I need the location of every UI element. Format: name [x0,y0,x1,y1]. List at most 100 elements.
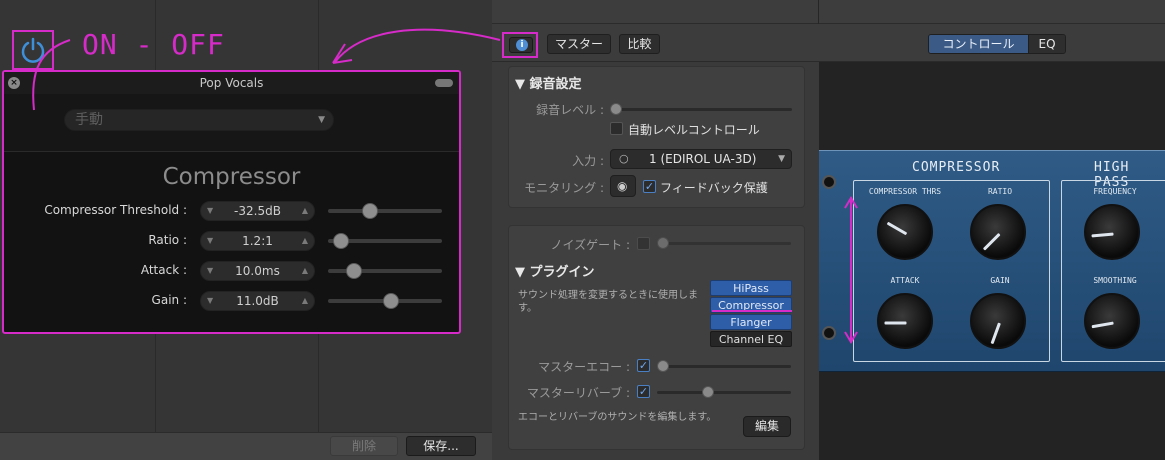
plugin-item-channel-eq[interactable]: Channel EQ [710,331,792,347]
frequency-knob[interactable] [1084,204,1140,260]
slider-handle[interactable] [346,263,362,279]
collapse-toggle[interactable] [435,79,453,87]
knob-label-frequency: FREQUENCY [1093,187,1137,196]
param-label-gain: Gain : [151,293,187,307]
decrement-icon[interactable]: ▼ [207,262,213,280]
param-field-gain[interactable]: ▼ 11.0dB ▲ [200,291,315,311]
plugin-section-title: プラグイン [529,265,595,280]
auto-level-checkbox[interactable] [610,122,623,135]
knob-pointer [1091,321,1114,329]
master-reverb-checkbox[interactable]: ✓ [637,385,650,398]
close-icon[interactable]: × [8,77,20,89]
plugin-section-header[interactable]: ▼ プラグイン [515,261,595,280]
param-value-threshold: -32.5dB [234,204,281,218]
chevron-down-icon: ▼ [778,154,785,164]
monitoring-button[interactable]: ◉ [610,175,636,197]
screw-icon [822,175,836,189]
noise-gate-label: ノイズゲート : [550,238,631,252]
recording-section-header[interactable]: ▼ 録音設定 [515,73,582,92]
plugin-window-title: Pop Vocals [4,72,459,94]
knob-label-ratio: RATIO [987,187,1013,196]
circle-icon: ○ [619,152,629,165]
param-value-gain: 11.0dB [236,294,279,308]
preset-select[interactable]: 手動 ▼ [64,109,334,131]
param-field-threshold[interactable]: ▼ -32.5dB ▲ [200,201,315,221]
feedback-checkbox[interactable]: ✓ [643,180,656,193]
decrement-icon[interactable]: ▼ [207,202,213,220]
param-slider-threshold[interactable] [328,203,442,219]
master-echo-checkbox[interactable]: ✓ [637,359,650,372]
save-button[interactable]: 保存... [406,436,476,456]
auto-level-label: 自動レベルコントロール [628,123,760,137]
record-level-slider[interactable] [610,103,792,115]
plugin-window: Pop Vocals × 手動 ▼ Compressor Compressor … [2,70,461,334]
knob-pointer [1091,232,1114,238]
info-button-highlight: i [502,32,538,58]
increment-icon[interactable]: ▲ [302,292,308,310]
param-label-attack: Attack : [140,263,187,277]
headphones-icon: ◉ [617,179,628,193]
input-label: 入力 : [572,154,604,168]
tab-controls[interactable]: コントロール [929,35,1029,53]
screw-icon [822,326,836,340]
power-button[interactable] [12,30,54,70]
decrement-icon[interactable]: ▼ [207,292,213,310]
slider-handle[interactable] [383,293,399,309]
input-value: 1 (EDIROL UA-3D) [649,152,757,166]
slider-handle[interactable] [657,360,669,372]
smoothing-knob[interactable] [1084,293,1140,349]
param-value-ratio: 1.2:1 [242,234,273,248]
param-slider-attack[interactable] [328,263,442,279]
decrement-icon[interactable]: ▼ [207,232,213,250]
info-icon: i [516,39,528,51]
param-slider-ratio[interactable] [328,233,442,249]
view-toggle: コントロール EQ [928,34,1066,54]
power-icon [21,37,45,63]
slider-handle[interactable] [333,233,349,249]
slider-handle[interactable] [702,386,714,398]
slider-handle[interactable] [362,203,378,219]
plugin-item-hipass[interactable]: HiPass [710,280,792,296]
input-select[interactable]: ○ 1 (EDIROL UA-3D) ▼ [610,149,792,169]
knob-label-gain: GAIN [990,276,1010,285]
noise-gate-slider[interactable] [657,237,791,249]
record-level-label: 録音レベル : [536,103,604,117]
param-slider-gain[interactable] [328,293,442,309]
threshold-knob[interactable] [877,204,933,260]
noise-gate-checkbox[interactable] [637,237,650,250]
knob-label-threshold: COMPRESSOR THRS [868,187,942,196]
echo-reverb-description: エコーとリバーブのサウンドを編集します。 [518,412,717,423]
knob-pointer [886,221,908,236]
slider-handle[interactable] [610,103,622,115]
gain-knob[interactable] [970,293,1026,349]
master-echo-slider[interactable] [657,360,791,372]
increment-icon[interactable]: ▲ [302,262,308,280]
chevron-down-icon: ▼ [318,115,325,125]
plugin-description: サウンド処理を変更するときに使用します。 [518,290,698,314]
param-label-ratio: Ratio : [148,233,187,247]
info-button[interactable]: i [509,37,533,53]
master-reverb-slider[interactable] [657,386,791,398]
delete-button[interactable]: 削除 [330,436,398,456]
increment-icon[interactable]: ▲ [302,202,308,220]
slider-handle[interactable] [657,237,669,249]
tab-eq[interactable]: EQ [1029,35,1065,53]
plugin-item-flanger[interactable]: Flanger [710,314,792,330]
knob-pointer [990,322,1001,345]
increment-icon[interactable]: ▲ [302,232,308,250]
knob-pointer [982,232,1001,251]
knob-label-smoothing: SMOOTHING [1093,276,1137,285]
master-reverb-label: マスターリバーブ : [526,386,630,400]
knob-pointer [884,321,907,325]
attack-knob[interactable] [877,293,933,349]
ruler-strip [492,0,1165,24]
param-field-ratio[interactable]: ▼ 1.2:1 ▲ [200,231,315,251]
compare-button[interactable]: 比較 [619,34,660,54]
param-field-attack[interactable]: ▼ 10.0ms ▲ [200,261,315,281]
edit-button[interactable]: 編集 [743,416,791,437]
feedback-label: フィードバック保護 [660,181,768,195]
preset-value: 手動 [75,112,103,128]
plugin-item-compressor[interactable]: Compressor [710,297,792,313]
master-button[interactable]: マスター [547,34,611,54]
ratio-knob[interactable] [970,204,1026,260]
